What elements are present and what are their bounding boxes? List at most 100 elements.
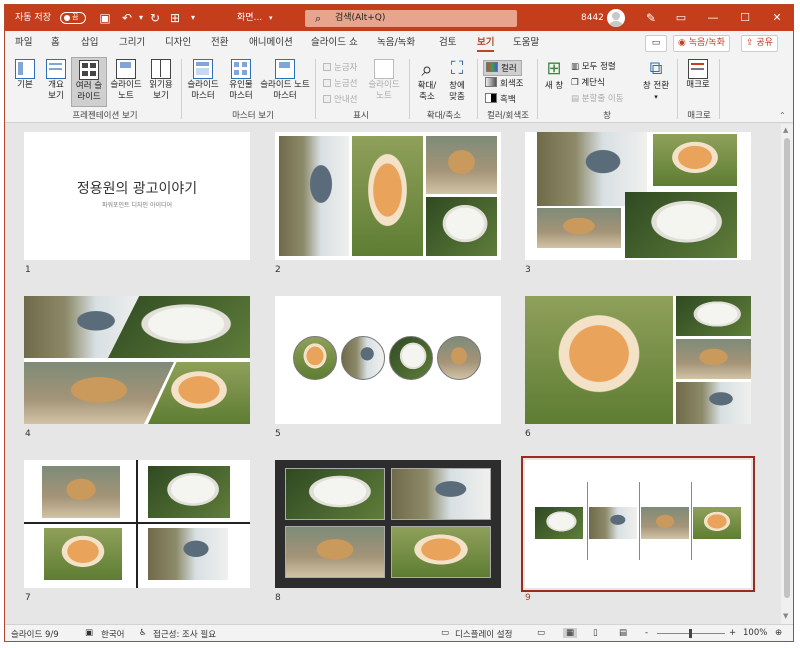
avatar[interactable] xyxy=(607,9,625,27)
tab-insert[interactable]: 삽입 xyxy=(81,36,98,52)
slide-thumbnail-2[interactable] xyxy=(275,132,501,260)
slide-thumbnail-5[interactable] xyxy=(275,296,501,424)
color-button[interactable]: 컬러 xyxy=(483,60,522,76)
autosave-state: 끔 xyxy=(72,13,79,21)
cascade-button[interactable]: ❐ 계단식 xyxy=(571,76,605,88)
slide-number: 5 xyxy=(275,429,281,439)
slide-sorter-button[interactable]: 여러 슬라이드 xyxy=(71,57,107,107)
notes-master-button[interactable]: 슬라이드 노트 마스터 xyxy=(259,57,311,102)
tab-file[interactable]: 파일 xyxy=(15,36,32,52)
guides-checkbox[interactable]: 안내선 xyxy=(323,93,357,105)
tab-slideshow[interactable]: 슬라이드 쇼 xyxy=(311,36,358,52)
present-icon[interactable]: ⊞ xyxy=(167,10,183,26)
ribbon-display-icon[interactable]: ▭ xyxy=(665,5,697,31)
tab-home[interactable]: 홈 xyxy=(51,36,60,52)
reading-view-button[interactable]: 읽기용 보기 xyxy=(145,57,177,102)
notes-label: 슬라이드 노트 xyxy=(368,80,400,101)
comments-icon[interactable]: ▭ xyxy=(645,35,667,52)
record-button[interactable]: ◉ 녹음/녹화 xyxy=(673,35,730,52)
grayscale-swatch-icon xyxy=(485,77,497,87)
zoom-button[interactable]: ⌕ 확대/축소 xyxy=(413,57,441,103)
slide-master-button[interactable]: 슬라이드 마스터 xyxy=(185,57,221,102)
fit-slide-icon[interactable]: ⊕ xyxy=(775,628,782,638)
tab-help[interactable]: 도움말 xyxy=(513,36,539,52)
zoom-slider-handle[interactable] xyxy=(689,629,692,638)
maximize-button[interactable]: ☐ xyxy=(729,5,761,31)
group-separator xyxy=(409,59,410,119)
file-name-dropdown-icon[interactable]: ▾ xyxy=(269,5,273,31)
slide-thumbnail-4[interactable] xyxy=(24,296,250,424)
slide-thumbnail-3[interactable] xyxy=(525,132,751,260)
spellcheck-icon[interactable]: ▣ xyxy=(85,628,93,638)
slide-thumbnail-1[interactable]: 정용원의 광고이야기 파워포인트 디자인 아이디어 xyxy=(24,132,250,260)
cat-photo-icon xyxy=(676,339,751,379)
slide-thumbnail-9[interactable] xyxy=(521,456,755,592)
search-box[interactable]: ⌕ 검색(Alt+Q) xyxy=(305,10,517,27)
arrange-all-button[interactable]: ▥ 모두 정렬 xyxy=(571,60,616,72)
file-name[interactable]: 화면... xyxy=(237,5,262,31)
tab-animations[interactable]: 애니메이션 xyxy=(249,36,293,52)
black-white-button[interactable]: 흑백 xyxy=(485,93,516,105)
squirrel-photo-icon xyxy=(391,468,491,520)
zoom-percent[interactable]: 100% xyxy=(743,628,767,638)
pen-icon[interactable]: ✎ xyxy=(643,10,659,26)
outline-view-button[interactable]: 개요 보기 xyxy=(41,57,71,102)
scroll-up-icon[interactable]: ▲ xyxy=(783,126,788,134)
fit-to-window-button[interactable]: ⛶ 창에 맞춤 xyxy=(443,57,471,103)
collapse-ribbon-icon[interactable]: ⌃ xyxy=(779,111,786,120)
save-icon[interactable]: ▣ xyxy=(97,10,113,26)
slide-sorter-status-icon[interactable]: ▦ xyxy=(563,628,578,638)
reading-view-status-icon[interactable]: ▯ xyxy=(593,628,598,638)
grayscale-button[interactable]: 회색조 xyxy=(485,77,523,89)
ruler-checkbox[interactable]: 눈금자 xyxy=(323,61,357,73)
zoom-in-button[interactable]: + xyxy=(729,628,736,638)
tab-draw[interactable]: 그리기 xyxy=(119,36,145,52)
gridlines-checkbox[interactable]: 눈금선 xyxy=(323,77,357,89)
minimize-button[interactable]: — xyxy=(697,5,729,31)
fit-window-icon: ⛶ xyxy=(450,58,464,79)
slide-thumbnail-8[interactable] xyxy=(275,460,501,588)
vertical-scrollbar[interactable]: ▲ ▼ xyxy=(781,124,793,624)
tab-transitions[interactable]: 전환 xyxy=(211,36,228,52)
tab-view[interactable]: 보기 xyxy=(477,36,495,52)
slide-thumbnail-6[interactable] xyxy=(525,296,751,424)
group-label-show: 표시 xyxy=(353,111,369,121)
macros-button[interactable]: 매크로 xyxy=(683,57,713,91)
tab-design[interactable]: 디자인 xyxy=(165,36,191,52)
handout-master-button[interactable]: 유인물 마스터 xyxy=(225,57,257,102)
scrollbar-thumb[interactable] xyxy=(784,138,790,598)
customize-qat-icon[interactable]: ▾ xyxy=(185,10,201,26)
tab-review[interactable]: 검토 xyxy=(439,36,456,52)
group-label-zoom: 확대/축소 xyxy=(426,111,462,121)
normal-view-button[interactable]: 기본 xyxy=(11,57,39,91)
share-button[interactable]: ⇪ 공유 xyxy=(741,35,778,52)
notes-page-button[interactable]: 슬라이드 노트 xyxy=(109,57,143,102)
white-dog-photo-icon xyxy=(676,296,751,336)
switch-windows-button[interactable]: ⧉ 창 전환 ▾ xyxy=(641,57,671,103)
slideshow-status-icon[interactable]: ▤ xyxy=(619,628,627,638)
close-button[interactable]: ✕ xyxy=(761,5,793,31)
reading-view-label: 읽기용 보기 xyxy=(149,80,173,101)
accessibility-icon: ♿ xyxy=(139,628,147,638)
normal-view-status-icon[interactable]: ▭ xyxy=(537,628,545,638)
notes-button[interactable]: 슬라이드 노트 xyxy=(367,57,401,102)
display-settings[interactable]: 디스플레이 설정 xyxy=(455,628,512,640)
language-status[interactable]: 한국어 xyxy=(101,628,124,640)
color-swatch-icon xyxy=(486,62,498,72)
dog-photo-icon xyxy=(391,526,491,578)
slide-thumbnail-7[interactable] xyxy=(24,460,250,588)
zoom-out-button[interactable]: - xyxy=(645,628,648,638)
new-window-button[interactable]: ⊞ 새 창 xyxy=(541,57,567,92)
user-id[interactable]: 8442 xyxy=(581,5,604,31)
slide-master-icon xyxy=(193,59,213,79)
autosave-toggle[interactable]: 끔 xyxy=(60,12,86,24)
redo-icon[interactable]: ↻ xyxy=(147,10,163,26)
handout-master-icon xyxy=(231,59,251,79)
slide-number: 8 xyxy=(275,593,281,603)
cascade-icon: ❐ xyxy=(571,78,582,88)
tab-record[interactable]: 녹음/녹화 xyxy=(377,36,415,52)
move-split-button[interactable]: ▤ 분할줄 이동 xyxy=(571,92,624,104)
scroll-down-icon[interactable]: ▼ xyxy=(783,612,788,620)
accessibility-status[interactable]: 접근성: 조사 필요 xyxy=(153,628,216,640)
zoom-label: 확대/축소 xyxy=(417,81,437,102)
